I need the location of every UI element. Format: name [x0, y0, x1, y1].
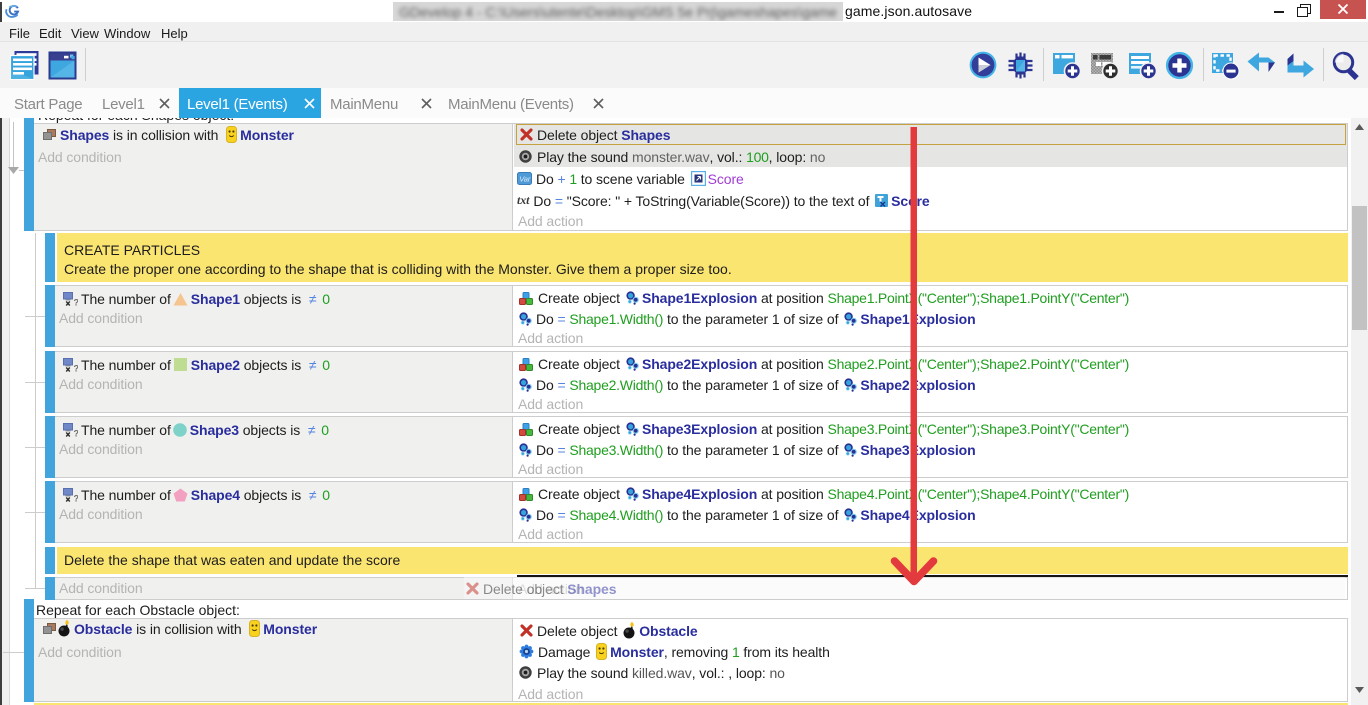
svg-text:?: ?	[74, 298, 79, 308]
svg-text:Var: Var	[519, 175, 531, 184]
svg-text:?: ?	[74, 494, 79, 504]
svg-text:?: ?	[74, 429, 79, 439]
svg-text:?: ?	[74, 364, 79, 374]
